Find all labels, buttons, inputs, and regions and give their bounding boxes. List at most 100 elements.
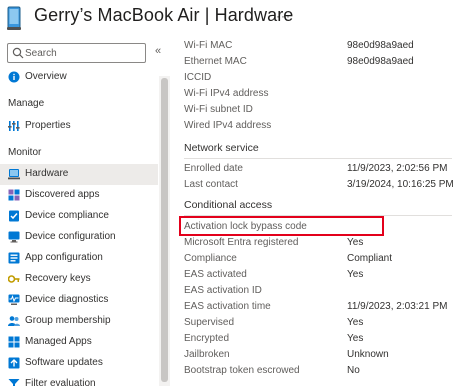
detail-key: Supervised [184, 317, 235, 328]
sidebar-item-software-updates[interactable]: Software updates [0, 353, 158, 374]
sidebar-item-label: Device configuration [25, 231, 116, 242]
detail-key: EAS activated [184, 269, 247, 280]
sidebar-item-label: Recovery keys [25, 273, 91, 284]
sidebar-item-label: App configuration [25, 252, 103, 263]
sidebar-item-label: Discovered apps [25, 189, 100, 200]
macbook-device-icon [7, 6, 21, 30]
sidebar-item-properties[interactable]: Properties [0, 116, 158, 137]
detail-value: 11/9/2023, 2:02:56 PM [347, 163, 448, 174]
detail-row-wifi-ipv4: Wi-Fi IPv4 address [184, 86, 474, 102]
monitor-heading: Monitor [8, 147, 42, 158]
page-title: Gerry’s MacBook Air | Hardware [34, 5, 294, 25]
detail-row-compliance: Compliance Compliant [184, 251, 474, 267]
detail-key: Wi-Fi IPv4 address [184, 88, 269, 99]
conditional-access-heading: Conditional access [184, 199, 273, 211]
page-header: Gerry’s MacBook Air | Hardware ··· [0, 0, 474, 36]
sidebar-scrollbar-thumb[interactable] [161, 78, 168, 382]
detail-key: Last contact [184, 179, 238, 190]
sidebar-item-label: Managed Apps [25, 336, 92, 347]
sidebar-item-label: Properties [25, 120, 71, 131]
more-options-icon[interactable]: ··· [276, 9, 291, 23]
detail-key: Microsoft Entra registered [184, 237, 299, 248]
sidebar-item-device-configuration[interactable]: Device configuration [0, 227, 158, 248]
diagnostics-icon [8, 294, 20, 305]
detail-key: Enrolled date [184, 163, 243, 174]
detail-row-eas-activated: EAS activated Yes [184, 267, 474, 283]
configuration-icon [8, 231, 20, 243]
sidebar-item-managed-apps[interactable]: Managed Apps [0, 332, 158, 353]
sidebar-item-recovery-keys[interactable]: Recovery keys [0, 269, 158, 290]
sidebar-item-label: Overview [25, 71, 67, 82]
detail-row-bootstrap-token: Bootstrap token escrowed No [184, 363, 474, 379]
sidebar-item-label: Software updates [25, 357, 103, 368]
detail-key: Jailbroken [184, 349, 230, 360]
detail-row-ethernet-mac: Ethernet MAC 98e0d98a9aed [184, 54, 474, 70]
sidebar-item-label: Device compliance [25, 210, 109, 221]
sidebar-item-discovered-apps[interactable]: Discovered apps [0, 185, 158, 206]
detail-value: Yes [347, 269, 364, 280]
detail-value: Yes [347, 333, 364, 344]
detail-row-eas-activation-id: EAS activation ID [184, 283, 474, 299]
compliance-icon [9, 210, 19, 222]
detail-key: Bootstrap token escrowed [184, 365, 300, 376]
search-box[interactable] [7, 43, 146, 63]
detail-value: 3/19/2024, 10:16:25 PM [347, 179, 454, 190]
detail-row-wifi-subnet: Wi-Fi subnet ID [184, 102, 474, 118]
hardware-icon [8, 169, 20, 180]
detail-key: Encrypted [184, 333, 230, 344]
detail-key: Ethernet MAC [184, 56, 247, 67]
sidebar-item-group-membership[interactable]: Group membership [0, 311, 158, 332]
updates-icon [8, 357, 20, 369]
sidebar-item-filter-evaluation[interactable]: Filter evaluation [0, 374, 158, 386]
detail-row-enrolled-date: Enrolled date 11/9/2023, 2:02:56 PM [184, 161, 474, 177]
detail-value: Unknown [347, 349, 389, 360]
sidebar-item-app-configuration[interactable]: App configuration [0, 248, 158, 269]
key-icon [8, 275, 20, 283]
detail-row-encrypted: Encrypted Yes [184, 331, 474, 347]
detail-value: Compliant [347, 253, 393, 264]
detail-value: No [347, 365, 360, 376]
detail-key: EAS activation time [184, 301, 271, 312]
detail-row-wifi-mac: Wi-Fi MAC 98e0d98a9aed [184, 38, 474, 54]
detail-row-entra-registered: Microsoft Entra registered Yes [184, 235, 474, 251]
detail-key: Wi-Fi subnet ID [184, 104, 253, 115]
detail-key: EAS activation ID [184, 285, 262, 296]
sidebar-item-label: Hardware [25, 168, 69, 179]
detail-row-eas-activation-time: EAS activation time 11/9/2023, 2:03:21 P… [184, 299, 474, 315]
detail-row-supervised: Supervised Yes [184, 315, 474, 331]
detail-value: 98e0d98a9aed [347, 40, 414, 51]
collapse-sidebar-icon[interactable]: « [155, 45, 161, 57]
sidebar-item-overview[interactable]: Overview [0, 67, 158, 88]
sidebar-item-device-compliance[interactable]: Device compliance [0, 206, 158, 227]
search-input[interactable] [25, 45, 143, 61]
detail-value: 98e0d98a9aed [347, 56, 414, 67]
detail-value: Yes [347, 237, 364, 248]
section-divider [184, 158, 452, 159]
sidebar-item-label: Filter evaluation [25, 378, 96, 386]
detail-value: Yes [347, 317, 364, 328]
highlight-box [179, 216, 384, 236]
sidebar-item-hardware[interactable]: Hardware [0, 164, 158, 185]
detail-row-jailbroken: Jailbroken Unknown [184, 347, 474, 363]
detail-row-iccid: ICCID [184, 70, 474, 86]
sidebar-item-device-diagnostics[interactable]: Device diagnostics [0, 290, 158, 311]
search-icon [12, 47, 24, 59]
sidebar: « Overview Manage Properties Monitor Har… [0, 40, 171, 386]
properties-icon [8, 121, 20, 131]
discovered-apps-icon [8, 189, 20, 201]
hardware-details: Wi-Fi MAC 98e0d98a9aed Ethernet MAC 98e0… [180, 36, 474, 386]
info-icon [8, 71, 20, 83]
sidebar-item-label: Group membership [25, 315, 111, 326]
detail-key: Wi-Fi MAC [184, 40, 233, 51]
apps-icon [8, 336, 20, 348]
detail-key: Compliance [184, 253, 237, 264]
group-icon [8, 316, 20, 326]
detail-row-wired-ipv4: Wired IPv4 address [184, 118, 474, 134]
detail-key: ICCID [184, 72, 212, 83]
manage-heading: Manage [8, 98, 45, 109]
app-config-icon [8, 252, 20, 264]
filter-icon [8, 379, 20, 386]
detail-row-last-contact: Last contact 3/19/2024, 10:16:25 PM [184, 177, 474, 193]
network-service-heading: Network service [184, 142, 259, 154]
sidebar-item-label: Device diagnostics [25, 294, 109, 305]
